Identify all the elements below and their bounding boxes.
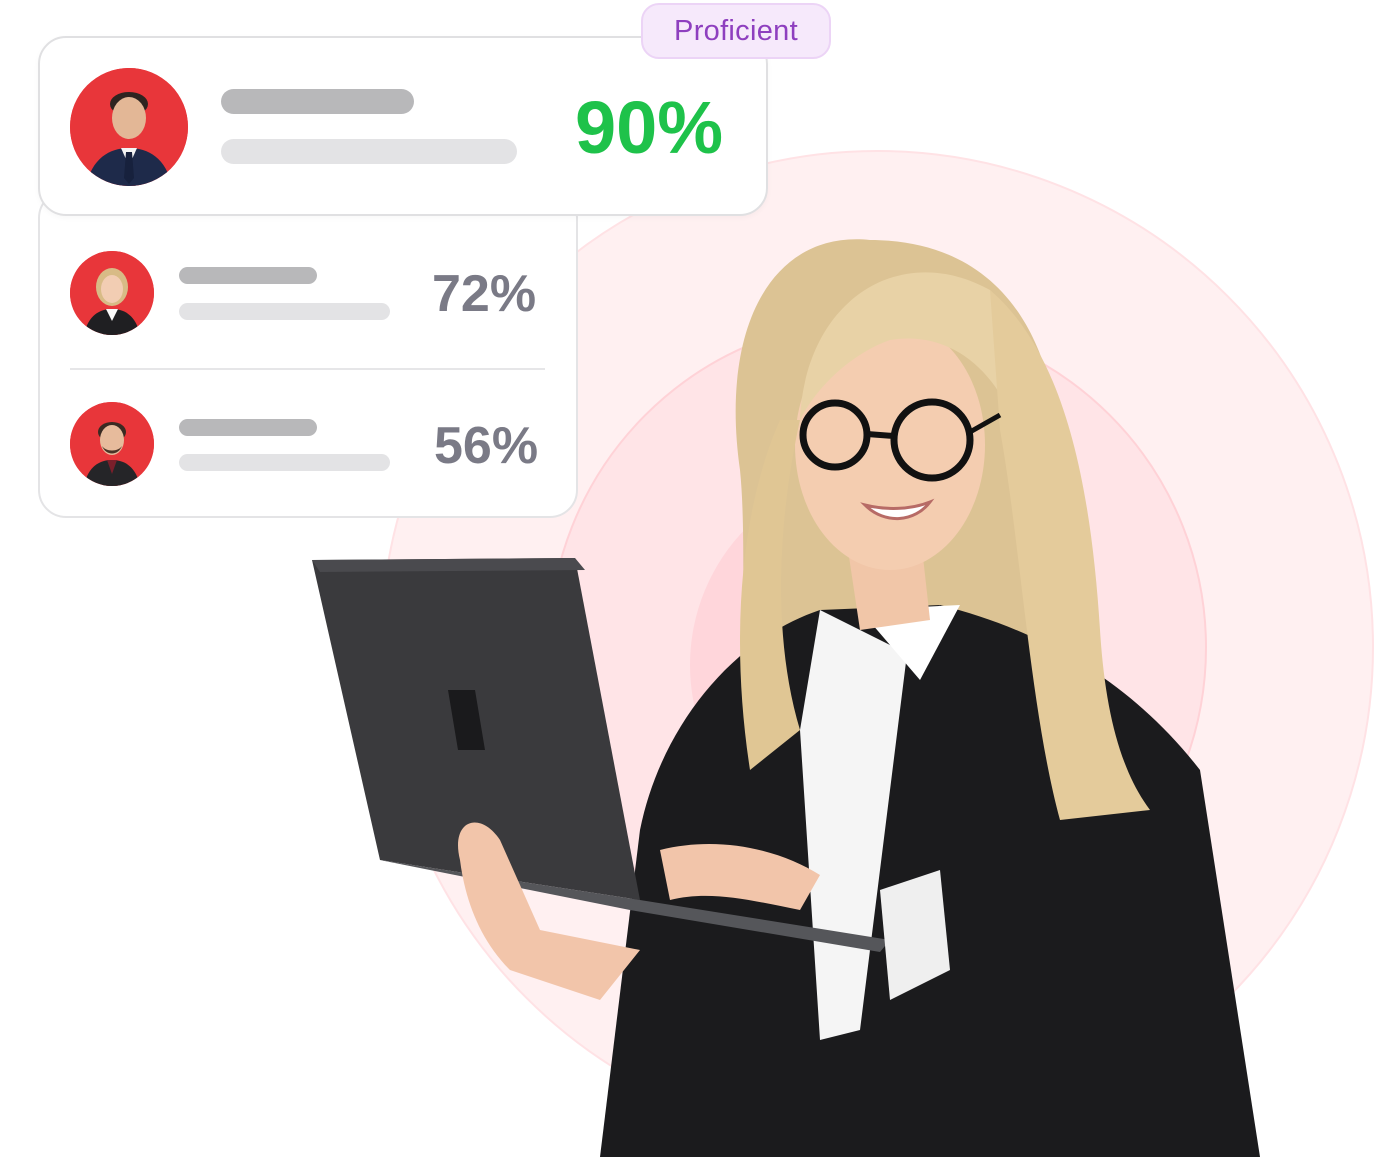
detail-placeholder-bar	[179, 303, 390, 320]
proficient-badge: Proficient	[641, 3, 831, 59]
name-placeholder-bar	[179, 419, 317, 436]
man-beard-avatar	[70, 402, 154, 486]
score-value: 56%	[434, 417, 539, 475]
top-score-value: 90%	[575, 86, 724, 169]
man-suit-avatar	[70, 68, 188, 186]
row-divider	[70, 368, 545, 370]
score-value: 72%	[432, 265, 537, 323]
detail-placeholder-bar	[179, 454, 390, 471]
name-placeholder-bar	[221, 89, 414, 114]
name-placeholder-bar	[179, 267, 317, 284]
woman-blonde-avatar	[70, 251, 154, 335]
detail-placeholder-bar	[221, 139, 517, 164]
